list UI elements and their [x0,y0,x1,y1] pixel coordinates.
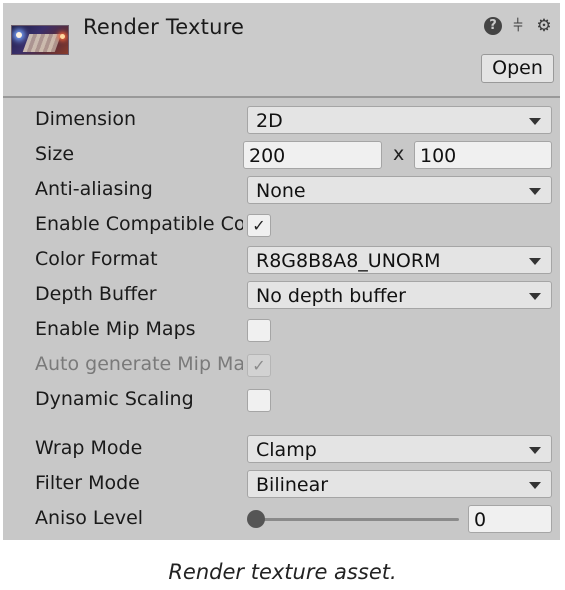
aniso-level-slider-track[interactable] [255,518,459,521]
header-icons: ? ⫩ ⚙ [484,15,554,37]
aniso-level-slider-handle[interactable] [247,510,265,528]
thumbnail-board [22,34,62,52]
wrap-mode-dropdown[interactable]: Clamp [247,435,552,463]
figure-caption: Render texture asset. [168,560,397,584]
size-height-value: 100 [420,145,457,167]
thumbnail-light-2 [60,34,65,39]
help-icon[interactable]: ? [484,17,502,35]
anti-aliasing-value: None [256,180,306,202]
row-dynamic-scaling: Dynamic Scaling [3,384,560,417]
texture-preview-thumbnail [11,25,69,55]
anti-aliasing-dropdown[interactable]: None [247,176,552,204]
auto-generate-mips-label: Auto generate Mip Maps [35,353,243,375]
wrap-mode-value: Clamp [256,439,317,461]
filter-mode-dropdown[interactable]: Bilinear [247,470,552,498]
size-width-value: 200 [249,145,286,167]
row-filter-mode: Filter Mode Bilinear [3,468,560,501]
filter-mode-value: Bilinear [256,474,329,496]
asset-title: Render Texture [83,15,245,39]
chevron-down-icon [529,447,541,454]
size-width-field[interactable]: 200 [243,141,382,169]
chevron-down-icon [529,482,541,489]
check-icon: ✓ [252,356,266,375]
enable-mip-maps-label: Enable Mip Maps [35,318,196,340]
open-button[interactable]: Open [481,54,554,83]
enable-compatible-checkbox[interactable]: ✓ [247,214,271,237]
depth-buffer-dropdown[interactable]: No depth buffer [247,281,552,309]
row-enable-mip-maps: Enable Mip Maps [3,314,560,347]
row-depth-buffer: Depth Buffer No depth buffer [3,279,560,312]
filter-mode-label: Filter Mode [35,472,140,494]
size-label: Size [35,143,75,165]
aniso-level-field[interactable]: 0 [468,505,552,533]
chevron-down-icon [529,188,541,195]
chevron-down-icon [529,293,541,300]
aniso-level-value: 0 [474,509,487,531]
row-dimension: Dimension 2D [3,104,560,137]
depth-buffer-value: No depth buffer [256,285,406,307]
inspector-panel: Render Texture ? ⫩ ⚙ Open Dimension 2D S… [3,3,560,540]
gear-icon[interactable]: ⚙ [534,15,554,37]
wrap-mode-label: Wrap Mode [35,437,143,459]
dynamic-scaling-label: Dynamic Scaling [35,388,194,410]
auto-generate-mips-checkbox: ✓ [247,354,271,377]
row-auto-generate-mip-maps: Auto generate Mip Maps ✓ [3,349,560,382]
chevron-down-icon [529,118,541,125]
enable-compatible-label: Enable Compatible Color Format [35,213,243,235]
row-enable-compatible-color-format: Enable Compatible Color Format ✓ [3,209,560,242]
preset-sliders-icon[interactable]: ⫩ [508,15,528,37]
row-color-format: Color Format R8G8B8A8_UNORM [3,244,560,277]
enable-mip-maps-checkbox[interactable] [247,319,271,342]
color-format-label: Color Format [35,248,158,270]
row-aniso-level: Aniso Level 0 [3,503,560,536]
check-icon: ✓ [252,216,266,235]
size-separator: x [393,143,405,165]
row-anti-aliasing: Anti-aliasing None [3,174,560,207]
anti-aliasing-label: Anti-aliasing [35,178,153,200]
row-size: Size 200 x 100 [3,139,560,172]
aniso-level-label: Aniso Level [35,507,144,529]
inspector-header: Render Texture ? ⫩ ⚙ Open [3,3,560,96]
dynamic-scaling-checkbox[interactable] [247,389,271,412]
row-wrap-mode: Wrap Mode Clamp [3,433,560,466]
size-height-field[interactable]: 100 [414,141,552,169]
thumbnail-light [16,32,22,38]
color-format-value: R8G8B8A8_UNORM [256,250,441,272]
dimension-dropdown[interactable]: 2D [247,106,552,134]
dimension-label: Dimension [35,108,136,130]
chevron-down-icon [529,258,541,265]
dimension-value: 2D [256,110,283,132]
color-format-dropdown[interactable]: R8G8B8A8_UNORM [247,246,552,274]
header-divider [3,96,560,98]
depth-buffer-label: Depth Buffer [35,283,157,305]
